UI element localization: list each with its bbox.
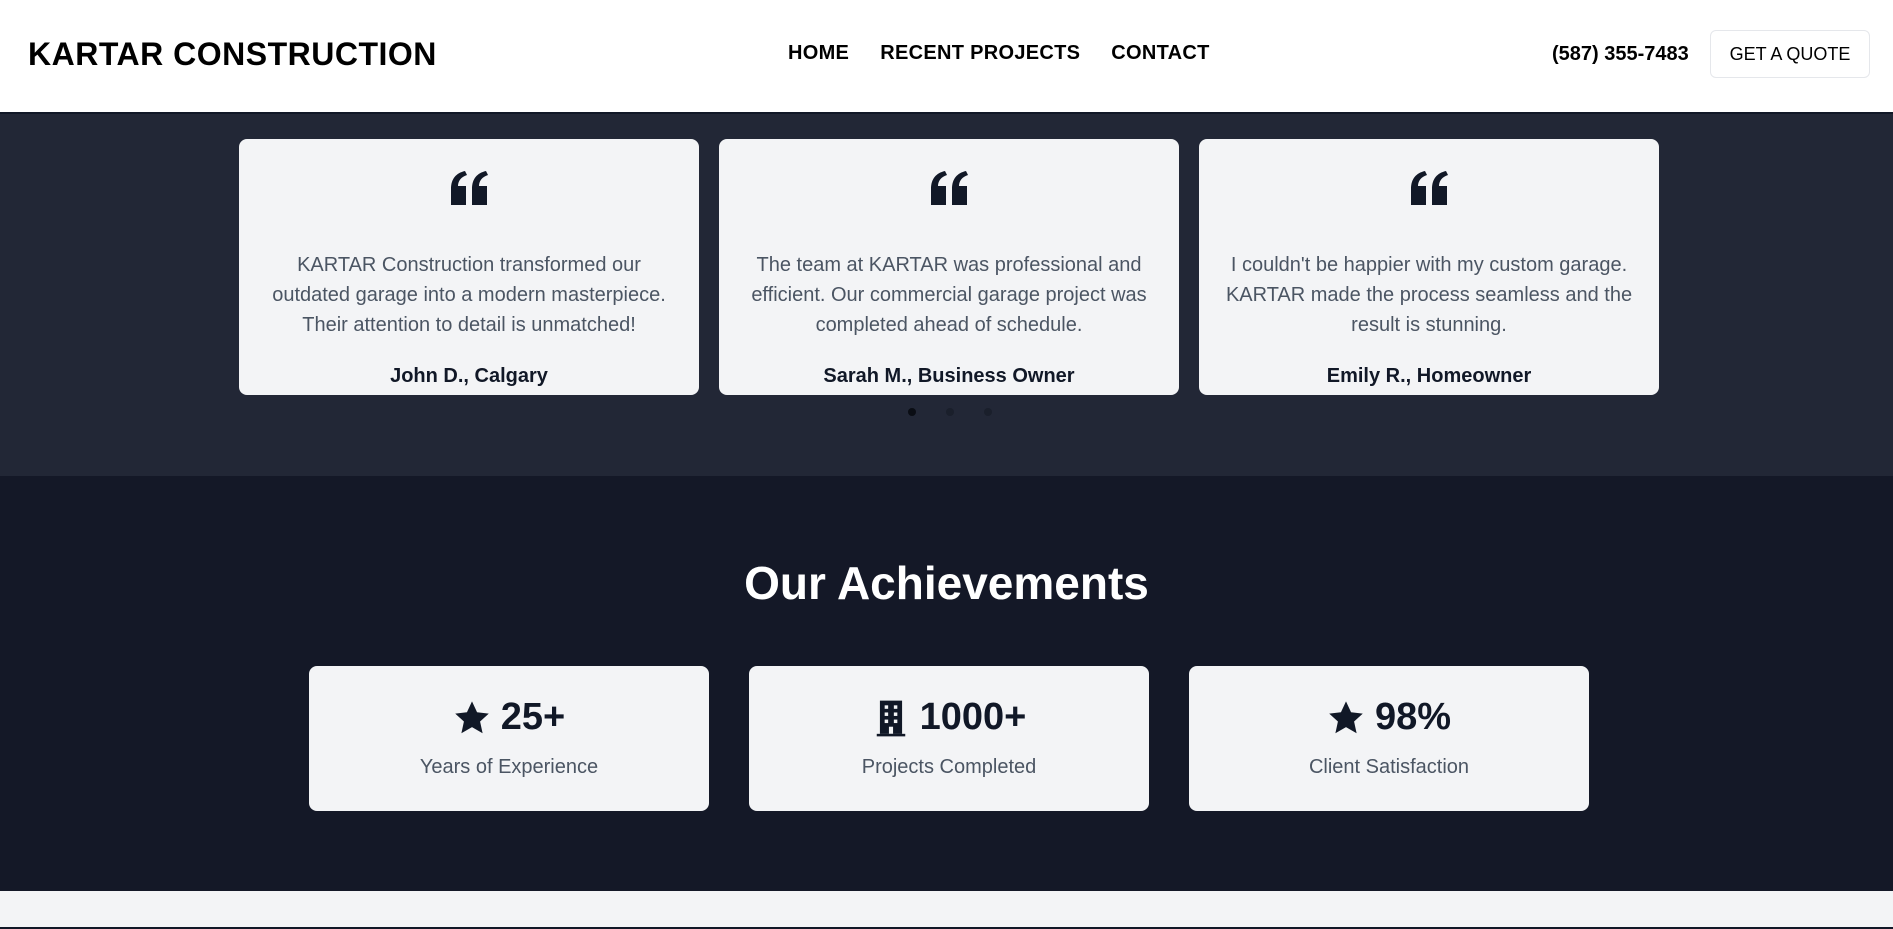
- carousel-dot-1[interactable]: [908, 408, 916, 416]
- achievement-label: Client Satisfaction: [1308, 756, 1470, 778]
- achievement-card: 1000+ Projects Completed: [749, 666, 1149, 811]
- testimonial-author: John D., Calgary: [390, 365, 548, 387]
- nav-recent-projects-link[interactable]: RECENT PROJECTS: [880, 42, 1080, 65]
- achievement-card: 98% Client Satisfaction: [1189, 666, 1589, 811]
- site-header: KARTAR CONSTRUCTION HOME RECENT PROJECTS…: [0, 0, 1893, 114]
- get-a-quote-button[interactable]: GET A QUOTE: [1710, 30, 1870, 78]
- carousel-dot-3[interactable]: [984, 408, 992, 416]
- carousel-dot-2[interactable]: [946, 408, 954, 416]
- star-icon: [1329, 700, 1363, 733]
- phone-number[interactable]: (587) 355-7483: [1552, 43, 1689, 66]
- testimonial-text: I couldn't be happier with my custom gar…: [1225, 254, 1633, 336]
- quote-icon: [1411, 171, 1448, 205]
- achievements-title: Our Achievements: [744, 557, 1149, 609]
- carousel-dots: [908, 408, 992, 416]
- building-icon: [876, 700, 905, 736]
- achievement-value: 1000+: [919, 696, 1027, 738]
- quote-icon: [451, 171, 488, 205]
- achievements-section: Our Achievements 25+ Years of Experience: [0, 476, 1893, 891]
- achievement-label: Years of Experience: [419, 756, 599, 778]
- testimonial-text: The team at KARTAR was professional and …: [751, 254, 1147, 336]
- achievement-value: 98%: [1374, 696, 1452, 738]
- star-icon: [454, 700, 489, 733]
- testimonials-section: KARTAR Construction transformed our outd…: [0, 114, 1893, 476]
- testimonial-card: The team at KARTAR was professional and …: [719, 139, 1179, 395]
- nav-home-link[interactable]: HOME: [788, 42, 849, 65]
- testimonial-author: Emily R., Homeowner: [1326, 365, 1532, 387]
- achievement-value: 25+: [500, 696, 566, 738]
- footer-strip: [0, 891, 1893, 929]
- testimonial-text: KARTAR Construction transformed our outd…: [272, 254, 666, 336]
- main-nav: HOME RECENT PROJECTS CONTACT: [788, 42, 1210, 65]
- quote-icon: [931, 171, 968, 205]
- nav-contact-link[interactable]: CONTACT: [1111, 42, 1209, 65]
- testimonial-card: I couldn't be happier with my custom gar…: [1199, 139, 1659, 395]
- testimonial-author: Sarah M., Business Owner: [823, 365, 1075, 387]
- testimonial-card: KARTAR Construction transformed our outd…: [239, 139, 699, 395]
- brand-logo[interactable]: KARTAR CONSTRUCTION: [28, 36, 437, 73]
- achievement-label: Projects Completed: [861, 756, 1037, 778]
- achievement-card: 25+ Years of Experience: [309, 666, 709, 811]
